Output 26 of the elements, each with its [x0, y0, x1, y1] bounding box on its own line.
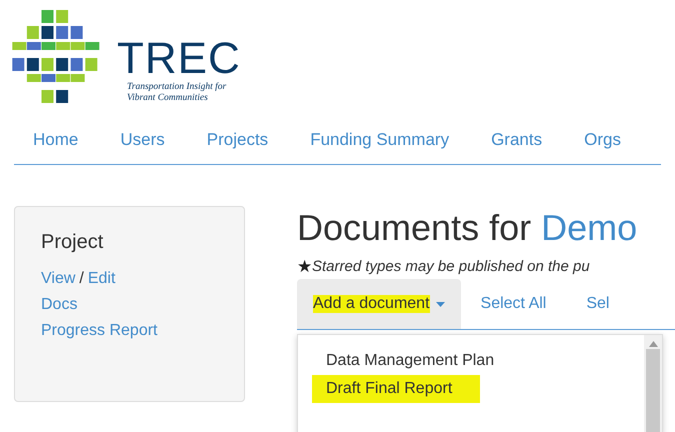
menu-item[interactable]: Data Management Plan — [298, 347, 522, 375]
logo-tagline: Vibrant Communities — [127, 93, 209, 104]
toolbar-link[interactable]: Select All — [460, 295, 566, 313]
sidebar-link[interactable]: Docs — [41, 296, 78, 314]
menu-item[interactable]: Draft Final Report — [312, 375, 480, 403]
nav-link[interactable]: Grants — [470, 116, 564, 164]
page-heading: Documents for Demo — [297, 206, 638, 250]
sidebar-link[interactable]: View — [41, 270, 76, 288]
panel-title: Project — [41, 231, 104, 254]
add-document-dropdown[interactable]: Add a document — [297, 279, 461, 329]
toolbar-link[interactable]: Sel — [566, 295, 630, 313]
nav-link[interactable]: Users — [99, 116, 186, 164]
star-icon: ★ — [297, 256, 312, 277]
note-text: Starred types may be published on the pu — [312, 258, 590, 275]
nav-link[interactable]: Funding Summary — [289, 116, 470, 164]
logo-tagline: Transportation Insight for — [127, 82, 228, 93]
separator: / — [79, 270, 84, 288]
sidebar-link[interactable]: Edit — [88, 270, 116, 288]
caret-icon — [436, 302, 445, 306]
nav-link[interactable]: Orgs — [563, 116, 642, 164]
scrollbar[interactable] — [644, 335, 662, 432]
scroll-up-arrow-icon[interactable] — [648, 341, 658, 347]
logo-wordmark: TREC — [117, 36, 241, 82]
nav-link[interactable]: Projects — [186, 116, 290, 164]
sidebar-link[interactable]: Progress Report — [41, 322, 158, 340]
nav-link[interactable]: Home — [33, 116, 100, 164]
